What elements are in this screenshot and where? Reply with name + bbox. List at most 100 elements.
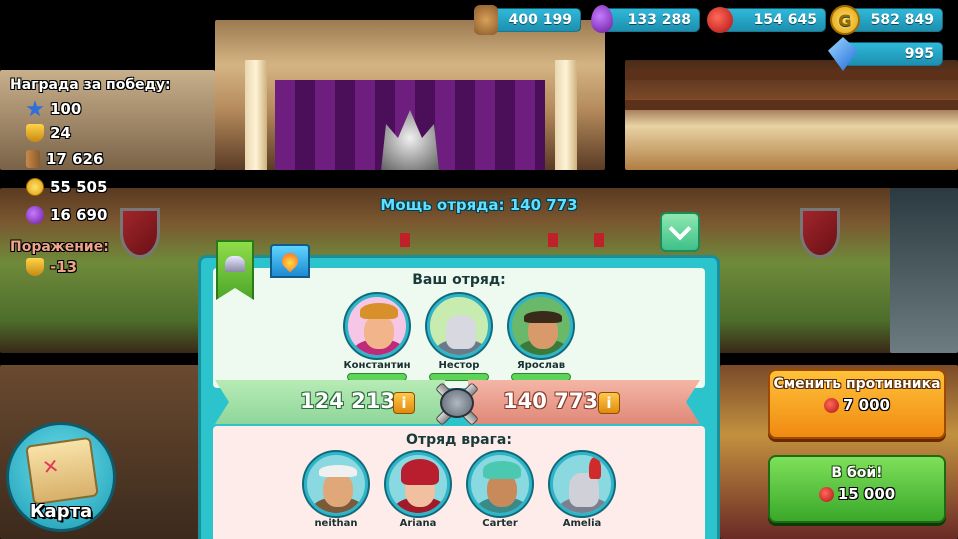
hero-name: Carter bbox=[482, 518, 518, 529]
wood-icon bbox=[26, 150, 40, 168]
axe-head bbox=[440, 388, 474, 418]
fight-button[interactable]: В бой! 15 000 bbox=[768, 455, 946, 523]
apple-icon bbox=[818, 486, 834, 502]
collapse-button[interactable] bbox=[660, 212, 700, 252]
castle-scene: 400 199 133 288 154 645 G 582 849 995 На… bbox=[0, 0, 958, 539]
helmet-icon bbox=[225, 256, 245, 272]
hero-name: neithan bbox=[314, 518, 358, 529]
gold-amount: 582 849 bbox=[870, 12, 934, 28]
hero-card[interactable]: Нестор bbox=[426, 294, 492, 381]
gem-icon bbox=[828, 37, 858, 71]
hero-name: Ariana bbox=[399, 518, 437, 529]
ceiling-beam bbox=[625, 70, 958, 80]
throne-room bbox=[215, 20, 605, 170]
resource-elixir[interactable]: 133 288 bbox=[591, 5, 700, 33]
hero-card[interactable]: Ярослав bbox=[508, 294, 574, 381]
wood-icon bbox=[474, 5, 498, 35]
enemy-squad-title: Отряд врага: bbox=[406, 432, 512, 448]
change-opponent-button[interactable]: Сменить противника 7 000 bbox=[768, 369, 946, 439]
defeat-title: Поражение: bbox=[10, 239, 109, 255]
enemy-hero-card[interactable]: Ariana bbox=[385, 452, 451, 529]
defeat-trophies: -13 bbox=[26, 258, 77, 276]
defeat-trophies-value: -13 bbox=[50, 258, 78, 276]
enemy-power-info-button[interactable]: i bbox=[598, 392, 620, 414]
fireball-icon bbox=[278, 249, 302, 273]
hero-health-bar bbox=[347, 373, 407, 381]
map-label: Карта bbox=[29, 501, 93, 522]
hero-face bbox=[364, 315, 394, 349]
hero-name: Константин bbox=[343, 360, 411, 371]
hero-hood bbox=[401, 459, 439, 485]
hero-portrait bbox=[304, 452, 368, 516]
own-power-value: 124 213 bbox=[300, 389, 395, 413]
hero-face bbox=[323, 473, 353, 507]
enemy-power-value: 140 773 bbox=[503, 389, 598, 413]
trophy-icon bbox=[26, 124, 44, 142]
squad-power-title: Мощь отряда: 140 773 bbox=[380, 196, 578, 214]
fight-cost: 15 000 bbox=[770, 485, 944, 503]
hero-helmet bbox=[446, 315, 476, 349]
fight-label: В бой! bbox=[831, 465, 883, 481]
reward-trophies: 24 bbox=[26, 124, 71, 142]
hero-name: Ярослав bbox=[516, 360, 566, 371]
hero-card[interactable]: Константин bbox=[343, 294, 411, 381]
pillar bbox=[555, 60, 577, 170]
hero-name: Amelia bbox=[562, 518, 602, 529]
apple-icon bbox=[824, 397, 839, 413]
wall-banner bbox=[400, 233, 410, 247]
gold-coin-icon: G bbox=[830, 5, 860, 35]
your-squad-heroes: Константин Нестор Ярослав bbox=[213, 294, 705, 381]
hero-portrait bbox=[345, 294, 409, 358]
victory-reward-title: Награда за победу: bbox=[10, 77, 171, 93]
resource-wood[interactable]: 400 199 bbox=[474, 5, 581, 35]
wall-banner bbox=[548, 233, 558, 247]
wall-shield bbox=[120, 208, 160, 258]
hero-portrait bbox=[468, 452, 532, 516]
resource-gems[interactable]: 995 bbox=[843, 42, 943, 66]
hero-portrait bbox=[427, 294, 491, 358]
resource-gold[interactable]: G 582 849 bbox=[830, 5, 943, 35]
star-icon bbox=[26, 100, 44, 117]
own-power-info-button[interactable]: i bbox=[393, 392, 415, 414]
apple-icon bbox=[707, 7, 733, 33]
hero-hair bbox=[360, 303, 398, 319]
change-opponent-cost: 7 000 bbox=[770, 396, 944, 414]
reward-gold: 55 505 bbox=[26, 178, 107, 196]
enemy-hero-card[interactable]: Carter bbox=[467, 452, 533, 529]
hero-portrait bbox=[509, 294, 573, 358]
helmet-plume bbox=[589, 457, 601, 479]
food-amount: 154 645 bbox=[753, 12, 817, 28]
map-button[interactable]: ✕ Карта bbox=[6, 422, 116, 532]
elixir-icon bbox=[591, 5, 613, 33]
hero-helmet bbox=[483, 461, 521, 479]
tab-spells[interactable] bbox=[270, 244, 310, 278]
gold-coin-icon bbox=[26, 178, 44, 196]
fight-cost-value: 15 000 bbox=[837, 485, 896, 503]
change-opponent-label: Сменить противника bbox=[773, 376, 941, 392]
ceiling-beam bbox=[625, 100, 958, 110]
enemy-squad-heroes: neithan Ariana Carter Amelia bbox=[213, 452, 705, 529]
change-opponent-cost-value: 7 000 bbox=[843, 396, 890, 414]
hero-name: Нестор bbox=[438, 360, 480, 371]
crossed-swords-icon bbox=[422, 378, 492, 428]
reward-stars-value: 100 bbox=[50, 100, 82, 118]
map-x-mark: ✕ bbox=[40, 453, 61, 480]
enemy-hero-card[interactable]: Amelia bbox=[549, 452, 615, 529]
your-squad-section: Ваш отряд: Константин Нестор Ярослав bbox=[213, 268, 705, 388]
chevron-down-icon bbox=[668, 217, 692, 241]
reward-wood-value: 17 626 bbox=[46, 150, 104, 168]
wood-amount: 400 199 bbox=[508, 12, 572, 28]
reward-stars: 100 bbox=[26, 100, 81, 118]
gems-amount: 995 bbox=[904, 46, 934, 62]
resource-food[interactable]: 154 645 bbox=[707, 7, 826, 33]
reward-wood: 17 626 bbox=[26, 150, 103, 168]
elixir-amount: 133 288 bbox=[627, 12, 691, 28]
treasure-room bbox=[625, 60, 958, 170]
enemy-hero-card[interactable]: neithan bbox=[303, 452, 369, 529]
hero-portrait bbox=[550, 452, 614, 516]
trophy-icon bbox=[26, 258, 44, 276]
reward-gold-value: 55 505 bbox=[50, 178, 108, 196]
hero-headband bbox=[319, 465, 357, 477]
wall-banner bbox=[594, 233, 604, 247]
hero-health-bar bbox=[511, 373, 571, 381]
